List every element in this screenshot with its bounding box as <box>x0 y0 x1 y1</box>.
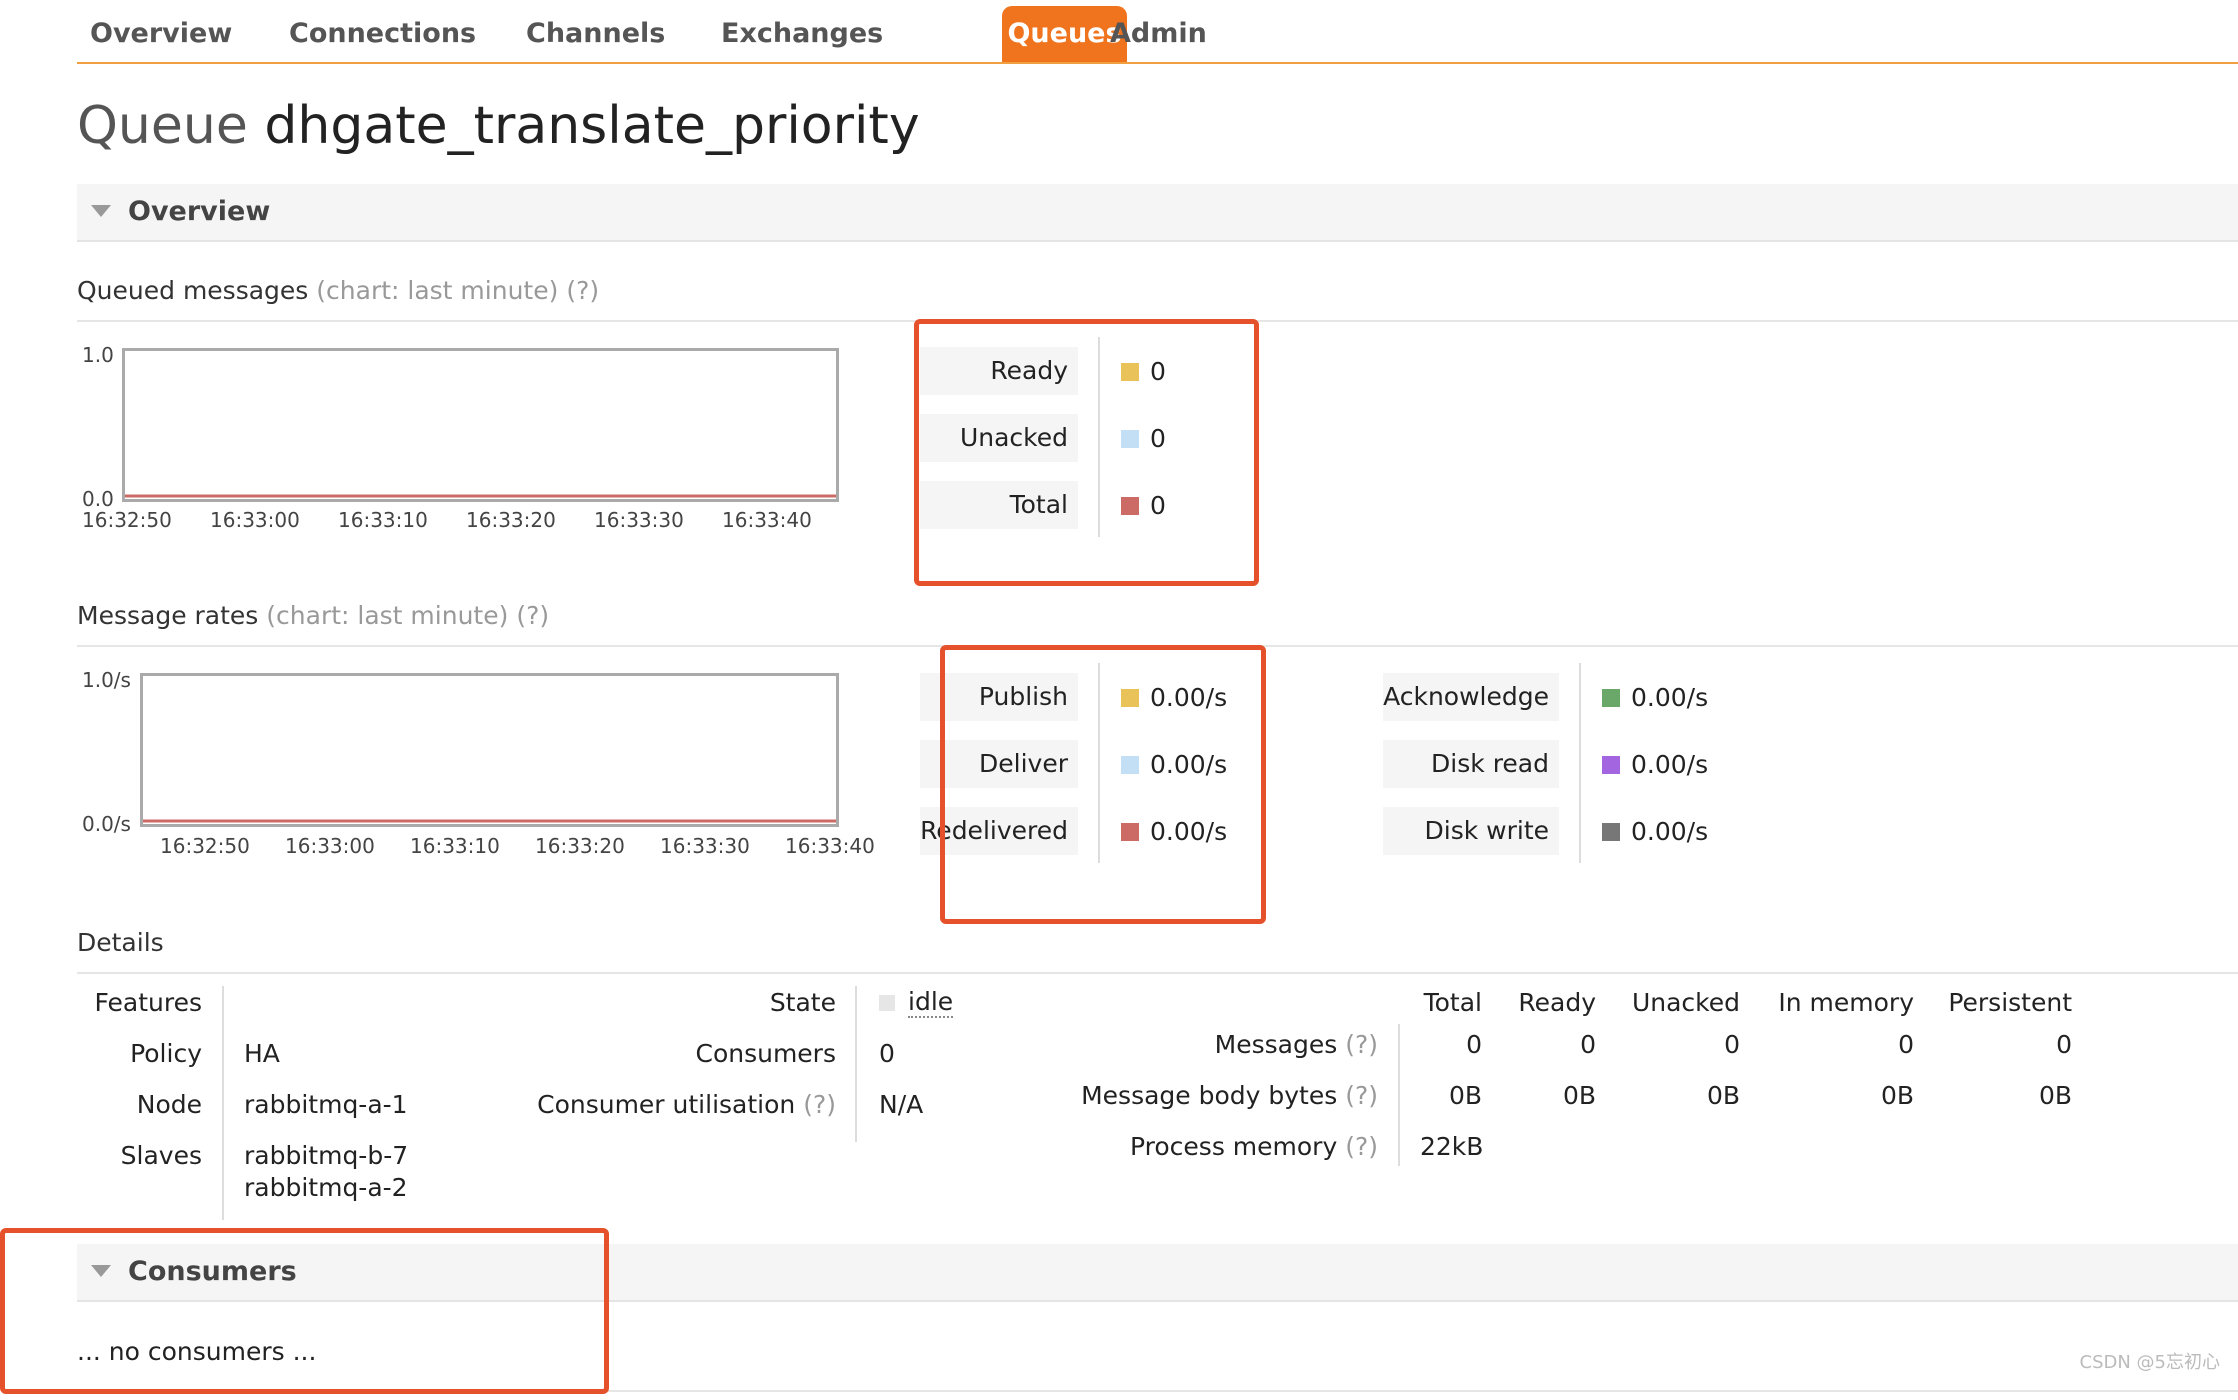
message-rates-header: Message rates (chart: last minute) (?) <box>77 601 2238 647</box>
disk-read-value: 0.00/s <box>1631 750 1709 779</box>
messages-label: Messages (?) <box>1040 1030 1378 1059</box>
nav-tab-connections[interactable]: Connections <box>289 18 476 49</box>
policy-value: HA <box>244 1039 280 1068</box>
disk-write-swatch <box>1602 823 1620 841</box>
x-tick-label: 16:33:40 <box>722 508 812 532</box>
rates-legend-divider-right <box>1579 663 1581 863</box>
consumers-label: Consumers <box>695 1039 836 1068</box>
nav-tab-queues-active[interactable]: Queues <box>1002 6 1127 62</box>
messages-unacked: 0 <box>1724 1030 1740 1059</box>
message-rates-title: Message rates <box>77 601 259 630</box>
legend-disk-write-label: Disk write <box>1383 807 1559 855</box>
node-label: Node <box>136 1090 202 1119</box>
nav-tab-channels[interactable]: Channels <box>526 18 665 49</box>
x-tick-label: 16:33:30 <box>594 508 684 532</box>
queued-y-max-label: 1.0 <box>82 343 114 367</box>
queued-messages-plot <box>125 494 836 498</box>
acknowledge-swatch <box>1602 689 1620 707</box>
body-bytes-total: 0B <box>1448 1081 1482 1110</box>
consumers-value: 0 <box>879 1039 895 1068</box>
nav-tab-exchanges[interactable]: Exchanges <box>721 18 883 49</box>
consumer-utilisation-value: N/A <box>879 1090 924 1119</box>
details-title: Details <box>77 928 164 957</box>
policy-label: Policy <box>130 1039 202 1068</box>
slave-item: rabbitmq-a-2 <box>244 1173 408 1202</box>
state-value[interactable]: idle <box>908 988 954 1018</box>
x-tick-label: 16:33:40 <box>785 834 875 858</box>
queued-messages-title: Queued messages <box>77 276 309 305</box>
stats-header-unacked: Unacked <box>1631 988 1740 1017</box>
message-body-bytes-label: Message body bytes (?) <box>1040 1081 1378 1110</box>
body-bytes-ready: 0B <box>1562 1081 1596 1110</box>
rates-chart-range-link[interactable]: (chart: last minute) <box>266 601 508 630</box>
consumer-utilisation-help[interactable]: (?) <box>803 1090 836 1119</box>
highlight-box-rates <box>940 645 1266 924</box>
message-body-bytes-text: Message body bytes <box>1081 1081 1338 1110</box>
disk-read-swatch <box>1602 756 1620 774</box>
message-rates-plot <box>143 819 836 823</box>
stats-header-persistent: Persistent <box>1948 988 2072 1017</box>
nav-tab-overview[interactable]: Overview <box>90 18 232 49</box>
queue-name: dhgate_translate_priority <box>264 96 920 156</box>
x-tick-label: 16:33:20 <box>466 508 556 532</box>
process-memory-value: 22kB <box>1420 1132 1484 1161</box>
x-tick-label: 16:33:20 <box>535 834 625 858</box>
process-memory-text: Process memory <box>1130 1132 1338 1161</box>
slaves-label: Slaves <box>120 1141 202 1170</box>
process-memory-label: Process memory (?) <box>1040 1132 1378 1161</box>
collapse-triangle-icon <box>91 205 111 217</box>
x-tick-label: 16:33:00 <box>285 834 375 858</box>
x-tick-label: 16:33:10 <box>338 508 428 532</box>
message-body-bytes-help[interactable]: (?) <box>1345 1081 1378 1110</box>
queued-messages-header: Queued messages (chart: last minute) (?) <box>77 276 2238 322</box>
page-title-label: Queue <box>77 96 248 156</box>
acknowledge-value: 0.00/s <box>1631 683 1709 712</box>
messages-total: 0 <box>1466 1030 1482 1059</box>
highlight-box-consumers <box>0 1228 609 1394</box>
rates-y-max-label: 1.0/s <box>82 668 131 692</box>
messages-persistent: 0 <box>2056 1030 2072 1059</box>
body-bytes-persistent: 0B <box>2038 1081 2072 1110</box>
messages-help[interactable]: (?) <box>1345 1030 1378 1059</box>
x-tick-label: 16:33:10 <box>410 834 500 858</box>
disk-write-value: 0.00/s <box>1631 817 1709 846</box>
watermark-text: CSDN @5忘初心 <box>2079 1352 2221 1373</box>
body-bytes-unacked: 0B <box>1706 1081 1740 1110</box>
stats-header-in-memory: In memory <box>1778 988 1914 1017</box>
legend-disk-read-label: Disk read <box>1383 740 1559 788</box>
rates-help-link[interactable]: (?) <box>516 601 549 630</box>
stats-header-total: Total <box>1423 988 1482 1017</box>
details-divider-1 <box>222 986 224 1220</box>
overview-section-title: Overview <box>128 196 271 227</box>
x-tick-label: 16:33:30 <box>660 834 750 858</box>
consumer-utilisation-text: Consumer utilisation <box>537 1090 796 1119</box>
queued-messages-chart <box>122 348 839 502</box>
x-tick-label: 16:32:50 <box>82 508 172 532</box>
features-label: Features <box>94 988 203 1017</box>
slave-item: rabbitmq-b-7 <box>244 1141 409 1170</box>
x-tick-label: 16:32:50 <box>160 834 250 858</box>
node-value: rabbitmq-a-1 <box>244 1090 408 1119</box>
messages-label-text: Messages <box>1214 1030 1338 1059</box>
messages-ready: 0 <box>1580 1030 1596 1059</box>
body-bytes-in-memory: 0B <box>1880 1081 1914 1110</box>
rates-y-min-label: 0.0/s <box>82 812 131 836</box>
stats-header-ready: Ready <box>1518 988 1596 1017</box>
page-title: Queue dhgate_translate_priority <box>77 96 920 156</box>
x-tick-label: 16:33:00 <box>210 508 300 532</box>
state-label: State <box>769 988 836 1017</box>
details-header: Details <box>77 928 2238 974</box>
queued-help-link[interactable]: (?) <box>566 276 599 305</box>
process-memory-help[interactable]: (?) <box>1345 1132 1378 1161</box>
messages-in-memory: 0 <box>1898 1030 1914 1059</box>
queued-chart-range-link[interactable]: (chart: last minute) <box>316 276 558 305</box>
legend-acknowledge-label: Acknowledge <box>1383 673 1559 721</box>
highlight-box-queued <box>914 319 1259 586</box>
overview-section-toggle[interactable]: Overview <box>77 184 2238 242</box>
message-rates-chart <box>140 673 839 827</box>
details-divider-2 <box>855 986 857 1142</box>
consumer-utilisation-label: Consumer utilisation (?) <box>480 1090 836 1119</box>
state-indicator-icon <box>879 995 895 1011</box>
nav-tab-admin[interactable]: Admin <box>1110 18 1207 49</box>
